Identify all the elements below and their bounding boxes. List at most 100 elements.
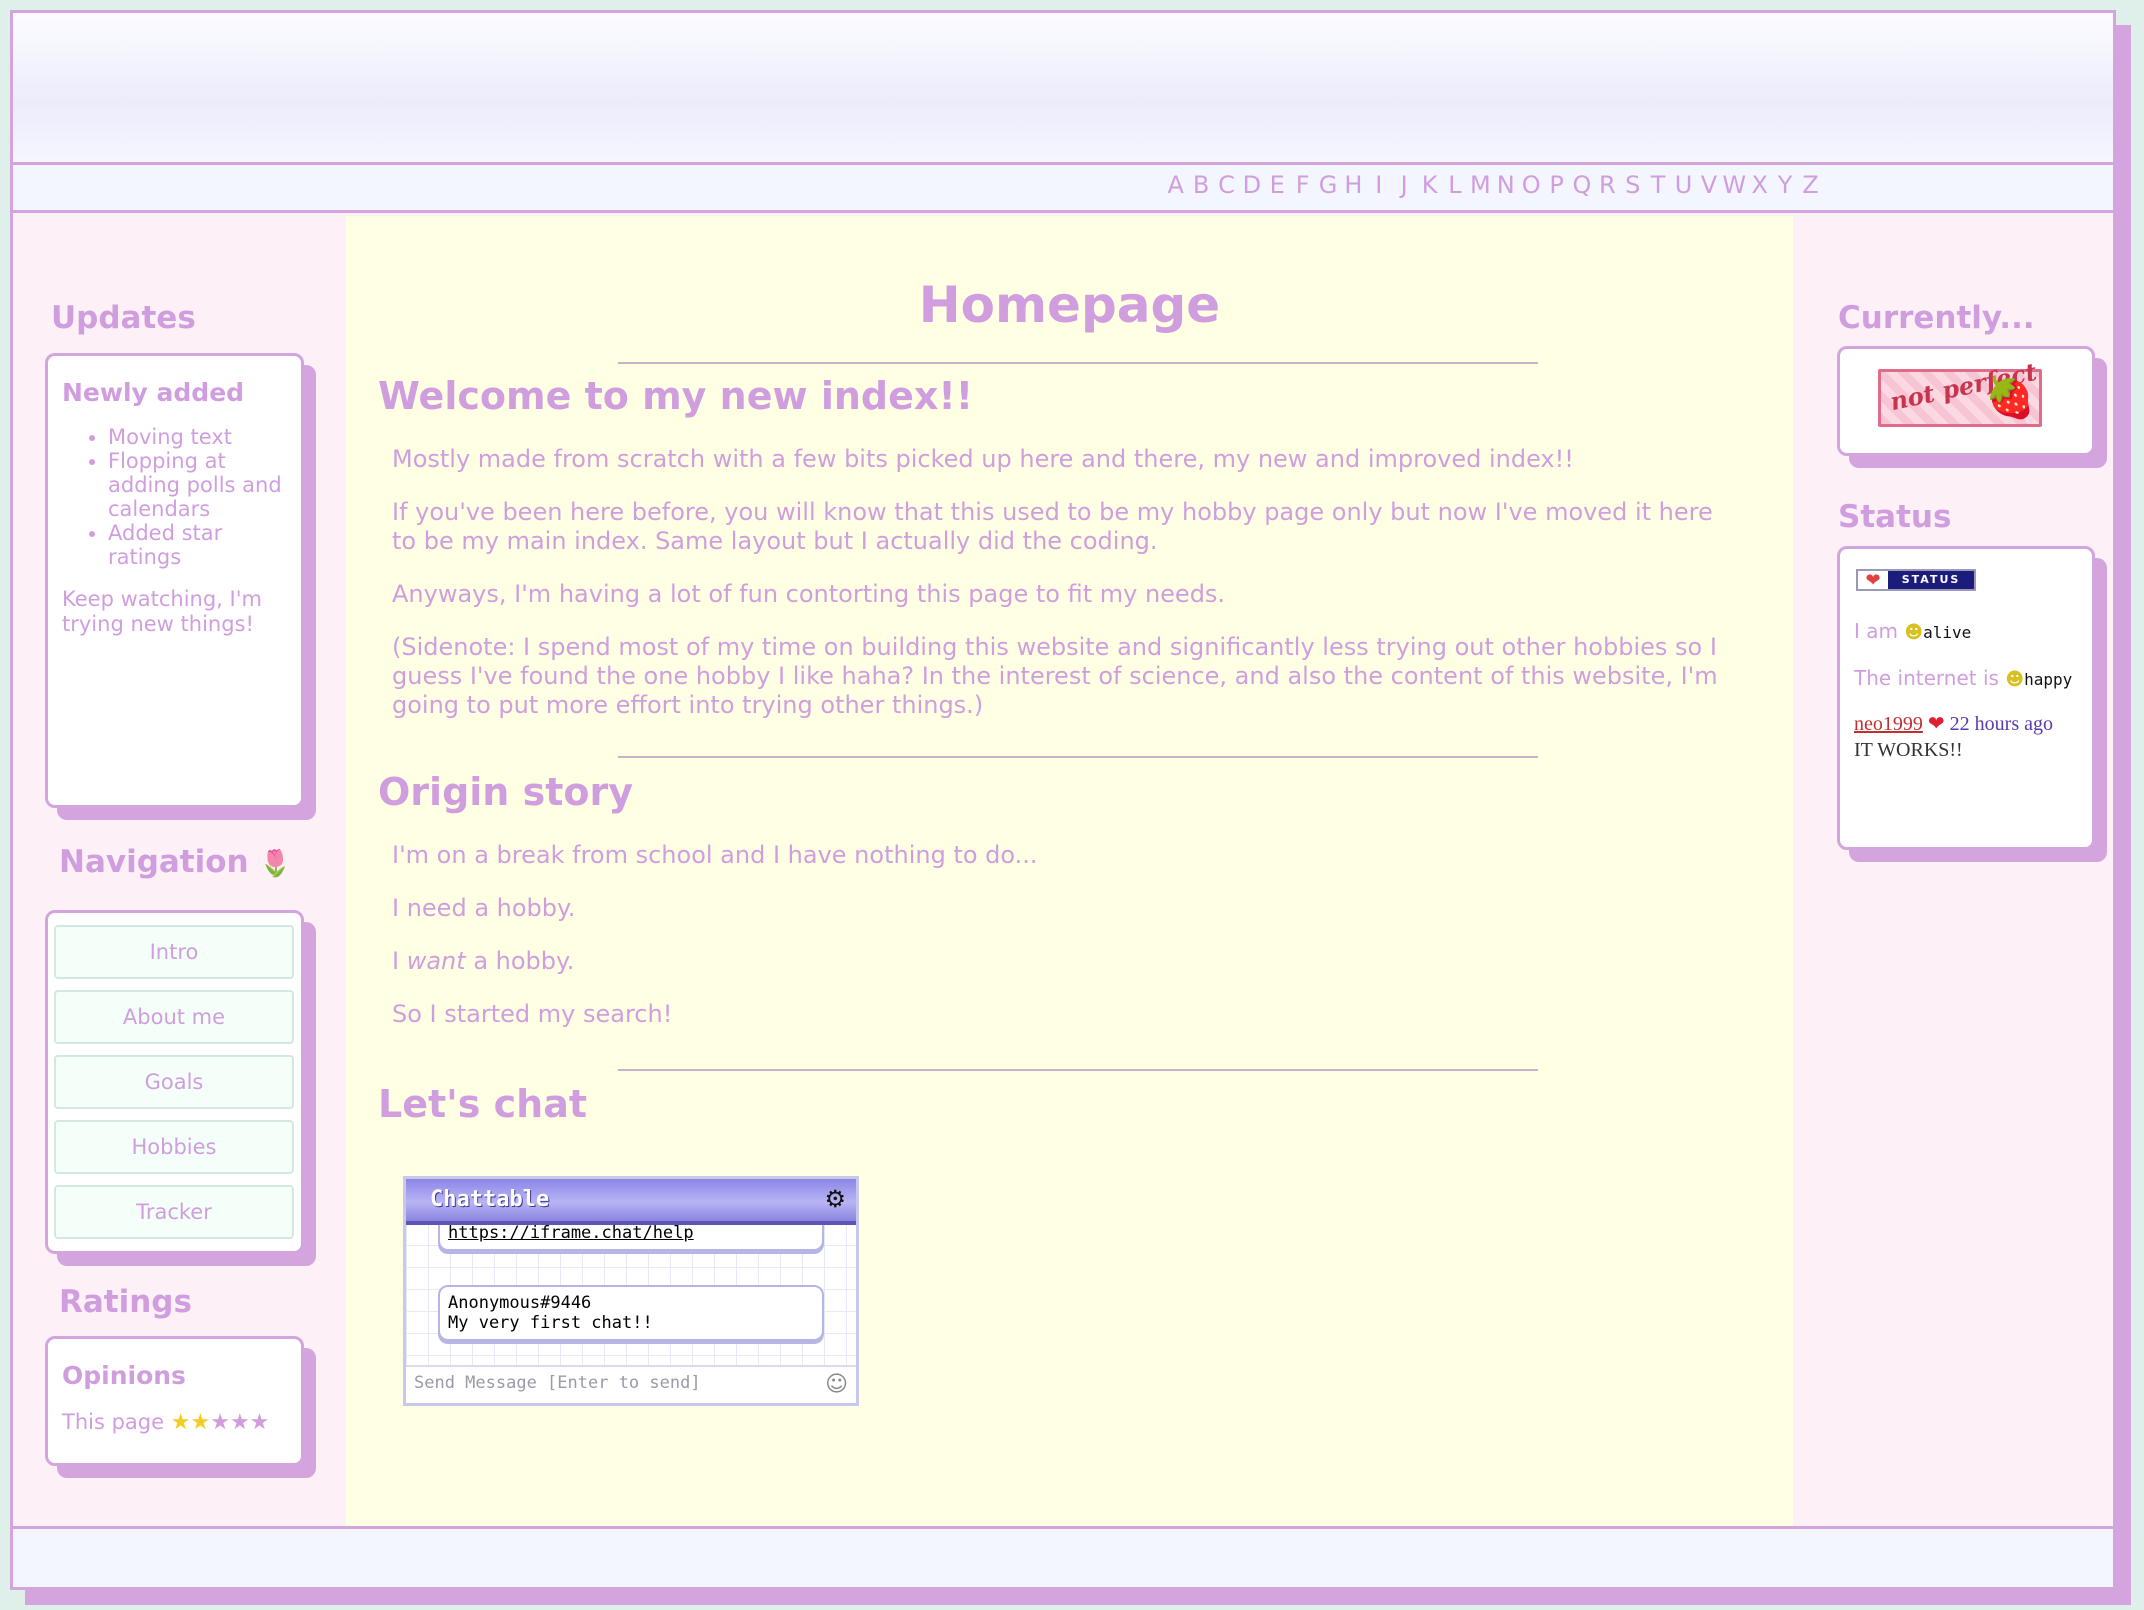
chat-message-input[interactable]: Send Message [Enter to send] — [406, 1365, 856, 1403]
status-label: The internet is — [1854, 666, 1999, 690]
currently-box: not perfect 🍓 — [1837, 346, 2095, 456]
status-post-time: 22 hours ago — [1949, 713, 2053, 735]
alphabet-link-w[interactable]: W — [1722, 171, 1747, 199]
nav-link-goals[interactable]: Goals — [54, 1055, 294, 1109]
chat-heading: Let's chat — [378, 1082, 588, 1126]
origin-paragraph-4: So I started my search! — [392, 1000, 673, 1028]
right-sidebar: Currently... not perfect 🍓 Status ❤ STAT… — [1793, 216, 2113, 1526]
status-box: ❤ STATUS I am ☻alive The internet is ☻ha… — [1837, 546, 2095, 850]
status-post-user[interactable]: neo1999 — [1854, 713, 1923, 735]
chat-widget: https://iframe.chat/help Anonymous#9446 … — [403, 1176, 859, 1406]
footer — [13, 1526, 2113, 1587]
strawberry-icon: 🍓 — [1985, 375, 2035, 421]
welcome-paragraph-2: If you've been here before, you will kno… — [392, 498, 1713, 555]
chat-message: Anonymous#9446 My very first chat!! — [438, 1285, 824, 1341]
alphabet-link-t[interactable]: T — [1645, 171, 1670, 199]
currently-title: Currently... — [1838, 300, 2035, 336]
updates-title: Updates — [51, 300, 196, 336]
list-item: Moving text — [108, 425, 287, 449]
welcome-paragraph-3: Anyways, I'm having a lot of fun contort… — [392, 580, 1226, 608]
origin-emphasis: want — [406, 947, 466, 975]
alphabet-link-e[interactable]: E — [1265, 171, 1290, 199]
heart-icon: ❤ — [1865, 569, 1881, 591]
star-icon[interactable]: ★ — [210, 1410, 230, 1435]
navigation-title: Navigation 🌷 — [59, 844, 292, 880]
smiley-icon: ☻ — [1904, 622, 1924, 643]
star-rating[interactable]: ★★★★★ — [171, 1410, 270, 1435]
chat-title: Chattable — [430, 1187, 550, 1212]
rating-row: This page ★★★★★ — [62, 1410, 287, 1435]
updates-subtitle: Newly added — [62, 378, 245, 407]
star-icon[interactable]: ★ — [171, 1410, 191, 1435]
alphabet-link-z[interactable]: Z — [1798, 171, 1823, 199]
emoji-icon[interactable]: ☺ — [825, 1372, 848, 1397]
heart-icon: ❤ — [1927, 713, 1945, 735]
status-value: happy — [2024, 670, 2073, 689]
alphabet-link-v[interactable]: V — [1696, 171, 1721, 199]
origin-text: a hobby. — [465, 947, 575, 975]
alphabet-link-o[interactable]: O — [1518, 171, 1543, 199]
chat-help-link[interactable]: https://iframe.chat/help — [448, 1223, 694, 1243]
rating-label: This page — [62, 1410, 165, 1434]
alphabet-link-l[interactable]: L — [1442, 171, 1467, 199]
ratings-subtitle: Opinions — [62, 1361, 186, 1390]
updates-note: Keep watching, I'm trying new things! — [62, 587, 262, 636]
divider — [618, 756, 1538, 758]
nav-link-hobbies[interactable]: Hobbies — [54, 1120, 294, 1174]
list-item: Flopping at adding polls and calendars — [108, 449, 287, 521]
alphabet-link-b[interactable]: B — [1188, 171, 1213, 199]
alphabet-link-g[interactable]: G — [1315, 171, 1340, 199]
alphabet-link-m[interactable]: M — [1468, 171, 1493, 199]
origin-text: I — [392, 947, 407, 975]
updates-list: Moving text Flopping at adding polls and… — [108, 425, 287, 569]
nav-link-intro[interactable]: Intro — [54, 925, 294, 979]
origin-heading: Origin story — [378, 770, 633, 814]
status-post-meta: neo1999 ❤ 22 hours ago — [1854, 711, 2053, 736]
status-line-1: I am ☻alive — [1854, 619, 1971, 643]
alphabet-link-r[interactable]: R — [1595, 171, 1620, 199]
ratings-title: Ratings — [59, 1284, 192, 1320]
chat-message-user: Anonymous#9446 — [448, 1293, 592, 1313]
alphabet-bar: ABCDEFGHIJKLMNOPQRSTUVWXYZ — [13, 165, 2113, 213]
alphabet-link-c[interactable]: C — [1214, 171, 1239, 199]
status-line-2: The internet is ☻happy — [1854, 666, 2072, 690]
alphabet-link-u[interactable]: U — [1671, 171, 1696, 199]
alphabet-link-s[interactable]: S — [1620, 171, 1645, 199]
ratings-box: Opinions This page ★★★★★ — [45, 1336, 304, 1466]
star-icon[interactable]: ★ — [190, 1410, 210, 1435]
star-icon[interactable]: ★ — [250, 1410, 270, 1435]
alphabet-link-k[interactable]: K — [1417, 171, 1442, 199]
status-label: I am — [1854, 619, 1898, 643]
welcome-heading: Welcome to my new index!! — [378, 374, 974, 418]
alphabet-link-h[interactable]: H — [1341, 171, 1366, 199]
nav-link-tracker[interactable]: Tracker — [54, 1185, 294, 1239]
not-perfect-button[interactable]: not perfect 🍓 — [1878, 357, 2042, 427]
gear-icon[interactable]: ⚙ — [824, 1185, 846, 1213]
alphabet-link-j[interactable]: J — [1392, 171, 1417, 199]
welcome-paragraph-1: Mostly made from scratch with a few bits… — [392, 445, 1574, 473]
updates-box: Newly added Moving text Flopping at addi… — [45, 353, 304, 808]
page-frame: ABCDEFGHIJKLMNOPQRSTUVWXYZ Updates Newly… — [10, 10, 2116, 1590]
header-banner — [13, 13, 2113, 165]
status-post-text: IT WORKS!! — [1854, 739, 1963, 761]
status-badge-label: STATUS — [1888, 571, 1974, 589]
alphabet-link-d[interactable]: D — [1239, 171, 1264, 199]
divider — [618, 362, 1538, 364]
alphabet-link-f[interactable]: F — [1290, 171, 1315, 199]
alphabet-link-i[interactable]: I — [1366, 171, 1391, 199]
origin-paragraph-2: I need a hobby. — [392, 894, 576, 922]
status-title: Status — [1838, 499, 1952, 535]
alphabet-link-a[interactable]: A — [1163, 171, 1188, 199]
tulip-icon: 🌷 — [259, 849, 292, 879]
alphabet-link-p[interactable]: P — [1544, 171, 1569, 199]
nav-link-about-me[interactable]: About me — [54, 990, 294, 1044]
star-icon[interactable]: ★ — [230, 1410, 250, 1435]
alphabet-link-q[interactable]: Q — [1569, 171, 1594, 199]
divider — [618, 1069, 1538, 1071]
alphabet-link-x[interactable]: X — [1747, 171, 1772, 199]
alphabet-link-y[interactable]: Y — [1772, 171, 1797, 199]
alphabet-links: ABCDEFGHIJKLMNOPQRSTUVWXYZ — [1163, 171, 1823, 199]
chat-header: Chattable ⚙ — [406, 1179, 856, 1225]
smiley-icon: ☻ — [2005, 669, 2025, 690]
alphabet-link-n[interactable]: N — [1493, 171, 1518, 199]
